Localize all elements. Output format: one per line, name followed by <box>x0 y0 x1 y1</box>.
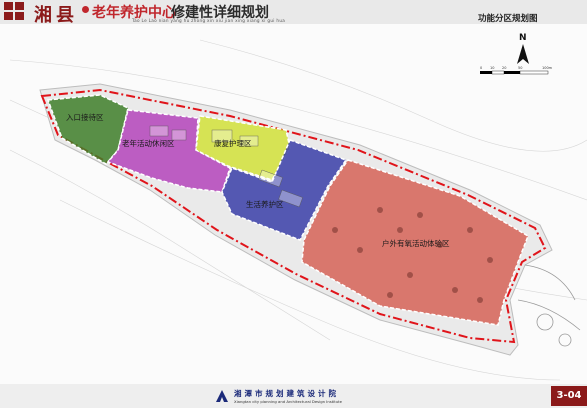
scale-tick-0: 0 <box>480 66 482 70</box>
zone-label-rehab-care: 康复护理区 <box>214 138 252 148</box>
zone-label-activity-leisure: 老年活动休闲区 <box>122 138 175 148</box>
scale-tick-10: 10 <box>490 66 494 70</box>
scale-tick-100: 100m <box>542 66 553 70</box>
zone-label-outdoor-activity: 户外有氧活动体验区 <box>382 238 450 248</box>
page-number-badge: 3-04 <box>551 386 587 406</box>
zone-label-entrance: 入口接待区 <box>66 112 104 122</box>
institute-name-en: Xiangtan city planning and Architectural… <box>234 399 343 404</box>
scale-tick-20: 20 <box>502 66 506 70</box>
site-plan-map: 入口接待区 老年活动休闲区 康复护理区 生活养护区 户外有氧活动体验区 N 0 … <box>0 24 587 384</box>
zone-label-living-care: 生活养护区 <box>246 199 284 209</box>
institute-logo-icon <box>216 390 228 402</box>
institute-name: 湘潭市规划建筑设计院 <box>234 389 339 398</box>
north-label: N <box>519 33 527 43</box>
scale-tick-50: 50 <box>518 66 522 70</box>
